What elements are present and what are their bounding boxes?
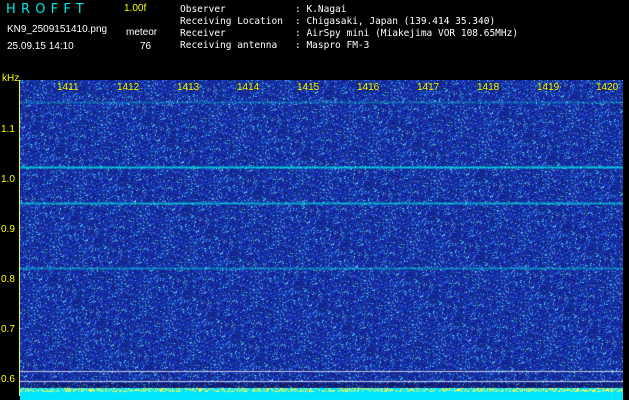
y-axis-unit: kHz bbox=[2, 73, 20, 84]
app-logo: HROFFT bbox=[6, 2, 89, 17]
datetime-label: 25.09.15 14:10 bbox=[7, 41, 74, 52]
info-value-antenna: : Maspro FM-3 bbox=[295, 40, 370, 51]
x-tick-label: 1411 bbox=[57, 82, 79, 93]
hrofft-window: HROFFT 1.00f KN9_2509151410.png 25.09.15… bbox=[0, 0, 629, 400]
y-tick-label: 1.1 bbox=[1, 124, 15, 135]
y-tick-label: 0.8 bbox=[1, 274, 15, 285]
x-tick-label: 1415 bbox=[297, 82, 320, 93]
y-tick-label: 0.7 bbox=[1, 324, 15, 335]
filename-label: KN9_2509151410.png bbox=[7, 24, 108, 35]
info-value-observer: : K.Nagai bbox=[295, 4, 347, 15]
x-tick-label: 1417 bbox=[417, 82, 440, 93]
info-label-observer: Observer bbox=[180, 4, 226, 15]
meteor-label: meteor bbox=[126, 27, 158, 38]
x-tick-label: 1413 bbox=[177, 82, 200, 93]
x-tick-label: 1412 bbox=[117, 82, 140, 93]
y-tick-label: 0.9 bbox=[1, 224, 15, 235]
spectrogram bbox=[20, 80, 623, 400]
info-value-location: : Chigasaki, Japan (139.414 35.340) bbox=[295, 16, 496, 27]
info-label-receiver: Receiver bbox=[180, 28, 226, 39]
y-axis-line bbox=[19, 80, 20, 396]
y-tick-label: 0.6 bbox=[1, 374, 15, 385]
x-tick-label: 1418 bbox=[477, 82, 500, 93]
x-tick-label: 1416 bbox=[357, 82, 380, 93]
x-tick-label: 1420 bbox=[596, 82, 619, 93]
x-tick-label: 1414 bbox=[237, 82, 260, 93]
meteor-count: 76 bbox=[140, 41, 152, 52]
info-value-receiver: : AirSpy mini (Miakejima VOR 108.65MHz) bbox=[295, 28, 519, 39]
version-label: 1.00f bbox=[124, 3, 147, 14]
y-tick-label: 1.0 bbox=[1, 174, 15, 185]
info-label-location: Receiving Location bbox=[180, 16, 283, 27]
info-label-antenna: Receiving antenna bbox=[180, 40, 278, 51]
x-tick-label: 1419 bbox=[537, 82, 560, 93]
